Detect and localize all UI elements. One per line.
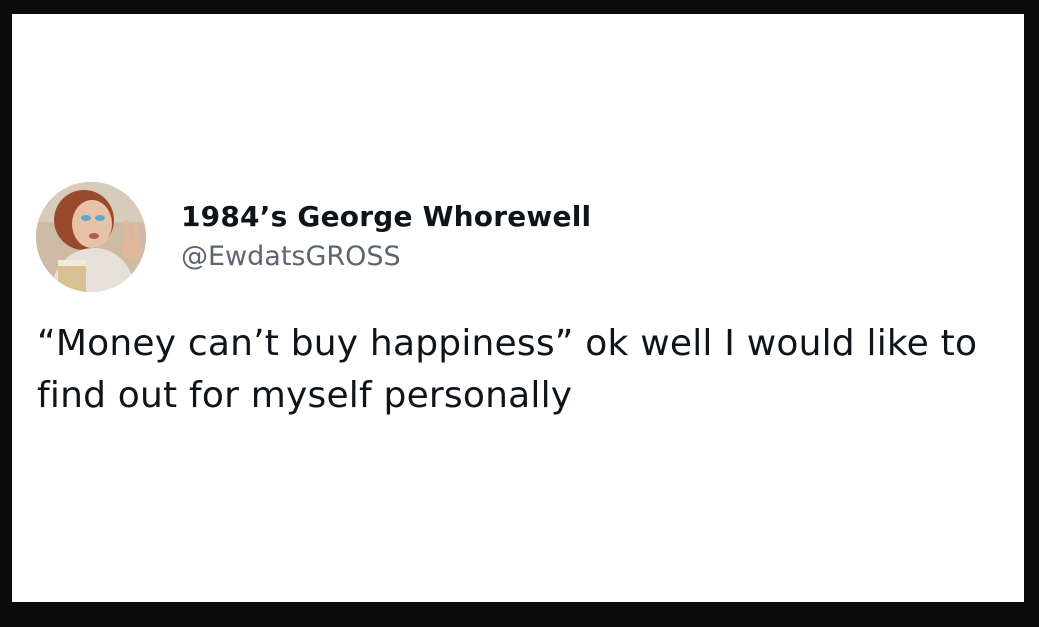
avatar[interactable] [36, 182, 146, 292]
profile-photo-icon [36, 182, 146, 292]
tweet-text: “Money can’t buy happiness” ok well I wo… [37, 323, 978, 416]
author-handle[interactable]: @EwdatsGROSS [181, 240, 591, 274]
author-display-name[interactable]: 1984’s George Whorewell [181, 200, 591, 234]
author-block: 1984’s George Whorewell @EwdatsGROSS [181, 200, 591, 274]
tweet-screenshot-frame: 1984’s George Whorewell @EwdatsGROSS “Mo… [12, 14, 1024, 602]
tweet-header: 1984’s George Whorewell @EwdatsGROSS [36, 182, 1024, 292]
tweet-card: 1984’s George Whorewell @EwdatsGROSS “Mo… [36, 182, 1024, 422]
